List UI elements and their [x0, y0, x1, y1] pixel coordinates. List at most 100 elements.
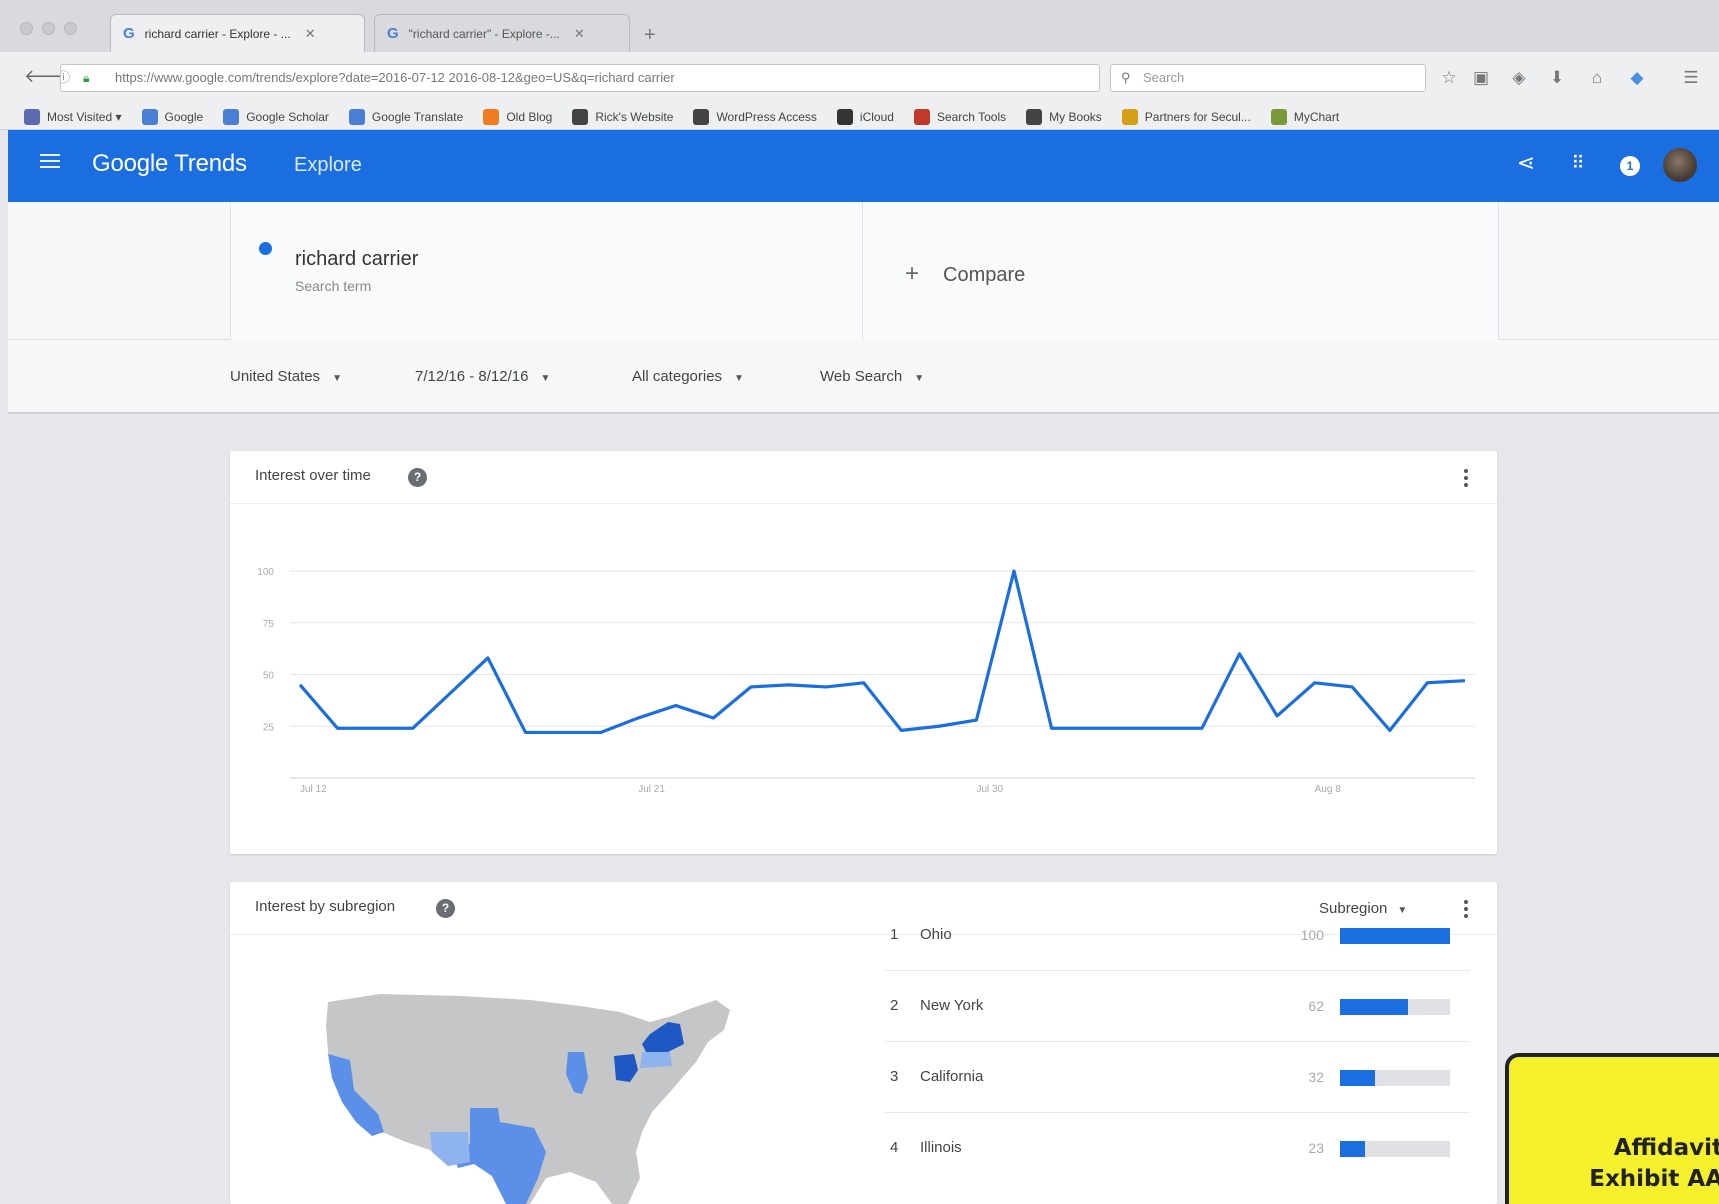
new-tab-button[interactable]: +: [644, 24, 656, 47]
region-bar: [1340, 999, 1450, 1015]
bookmark-item[interactable]: My Books: [1026, 108, 1102, 125]
interest-over-time-card: Interest over time ? 100 75 50 25 Jul 12 Jul …: [230, 451, 1497, 854]
bookmark-label: Google Scholar: [246, 109, 329, 124]
bookmark-label: WordPress Access: [716, 109, 817, 124]
bookmark-item[interactable]: Google Scholar: [223, 108, 329, 125]
rank-number: 3: [890, 1068, 899, 1085]
search-term-card[interactable]: richard carrier Search term: [230, 202, 863, 340]
browser-tab-active[interactable]: G richard carrier - Explore - ... ✕: [110, 14, 365, 52]
data-point: [598, 729, 604, 735]
extension-icon[interactable]: ◆: [1626, 68, 1648, 88]
bookmark-label: iCloud: [859, 109, 894, 124]
bookmark-label: MyChart: [1293, 109, 1340, 124]
bookmarks-bar: Most Visited ▾ Google Google Scholar Google…: [0, 104, 1719, 130]
bookmark-item[interactable]: Search Tools: [913, 108, 1006, 125]
bookmark-item[interactable]: Google Translate: [348, 108, 463, 125]
mychart-icon: [1270, 108, 1287, 125]
site-icon: [572, 108, 589, 125]
bookmark-star-icon[interactable]: ☆: [1438, 68, 1460, 88]
download-icon[interactable]: ⬇: [1546, 68, 1568, 88]
url-bar[interactable]: ⓘ 🔒︎ https://www.google.com/trends/explo…: [60, 64, 1100, 92]
caret-down-icon: ▼: [332, 373, 342, 384]
tab-close-icon[interactable]: ✕: [574, 26, 585, 42]
x-tick-label: Jul 12: [300, 784, 327, 795]
region-name: New York: [920, 997, 984, 1014]
bookmark-item[interactable]: WordPress Access: [693, 108, 817, 125]
search-property-dropdown[interactable]: Web Search ▼: [820, 368, 924, 385]
pocket-icon[interactable]: ◈: [1508, 68, 1530, 88]
rank-number: 4: [890, 1139, 899, 1156]
trends-header: Google Trends Explore ⋖ ⠿ 1: [8, 130, 1719, 202]
browser-tab[interactable]: G "richard carrier" - Explore -... ✕: [374, 14, 630, 52]
us-map-svg: [326, 994, 730, 1204]
caret-down-icon: ▼: [540, 373, 551, 384]
search-icon: ⚲: [1121, 70, 1131, 85]
data-point: [1312, 680, 1318, 686]
bookmark-item[interactable]: Google: [141, 108, 203, 125]
data-point: [1086, 725, 1092, 731]
category-value: All categories: [632, 368, 723, 385]
search-term-type: Search term: [295, 278, 372, 294]
y-tick-label: 75: [263, 619, 275, 630]
y-tick-label: 25: [263, 722, 275, 733]
data-point: [898, 727, 904, 733]
window-zoom-button[interactable]: [64, 22, 77, 35]
region-bar: [1340, 1141, 1450, 1157]
bookmark-item[interactable]: Rick's Website: [572, 108, 673, 125]
region-dropdown[interactable]: United States ▼: [230, 368, 342, 385]
url-text[interactable]: https://www.google.com/trends/explore?da…: [115, 70, 675, 85]
apps-grid-icon[interactable]: ⠿: [1564, 153, 1592, 174]
share-icon[interactable]: ⋖: [1512, 150, 1540, 176]
search-term-name[interactable]: richard carrier: [295, 248, 418, 271]
bookmark-item[interactable]: Old Blog: [483, 108, 552, 125]
region-name: Ohio: [920, 926, 952, 943]
affidavit-sticker: Affidavit Exhibit AA: [1505, 1053, 1719, 1204]
bookmark-item[interactable]: Partners for Secul...: [1121, 108, 1251, 125]
category-dropdown[interactable]: All categories ▼: [632, 368, 744, 385]
hamburger-menu-icon[interactable]: ☰: [1680, 68, 1702, 88]
avatar[interactable]: [1663, 148, 1697, 182]
caret-down-icon: ▼: [914, 373, 925, 384]
site-info-icon[interactable]: ⓘ: [61, 65, 70, 91]
compare-button[interactable]: Compare: [943, 264, 1025, 287]
compare-card[interactable]: + Compare: [863, 202, 1499, 340]
window-minimize-button[interactable]: [42, 22, 55, 35]
subregion-row[interactable]: 3 California 32: [885, 1042, 1470, 1113]
region-bar-fill: [1340, 928, 1450, 944]
home-icon[interactable]: ⌂: [1586, 68, 1608, 88]
rank-number: 2: [890, 997, 899, 1014]
notifications-badge[interactable]: 1: [1620, 156, 1640, 176]
google-trends-logo[interactable]: Google Trends: [92, 150, 247, 178]
data-point: [823, 684, 829, 690]
data-point: [447, 690, 453, 696]
subregion-row[interactable]: 4 Illinois 23: [885, 1113, 1470, 1184]
region-value: United States: [230, 368, 321, 385]
data-point: [1049, 725, 1055, 731]
window-close-button[interactable]: [20, 22, 33, 35]
y-tick-label: 100: [257, 567, 274, 578]
google-favicon-icon: G: [123, 25, 135, 42]
subregion-row[interactable]: 2 New York 62: [885, 971, 1470, 1042]
menu-icon[interactable]: [40, 154, 60, 168]
clipboard-icon[interactable]: ▣: [1470, 68, 1492, 88]
region-value: 32: [1308, 1069, 1324, 1085]
browser-nav-bar: 🡐 ⓘ 🔒︎ https://www.google.com/trends/exp…: [0, 52, 1719, 104]
help-icon[interactable]: ?: [436, 899, 455, 918]
us-map[interactable]: [320, 982, 760, 1204]
bookmark-item[interactable]: Most Visited ▾: [24, 108, 122, 125]
data-point: [485, 655, 491, 661]
data-point: [1237, 651, 1243, 657]
bookmark-item[interactable]: MyChart: [1270, 108, 1340, 125]
data-point: [560, 729, 566, 735]
date-range-dropdown[interactable]: 7/12/16 - 8/12/16 ▼: [415, 368, 550, 385]
data-point: [673, 703, 679, 709]
rank-number: 1: [890, 926, 899, 943]
browser-search-input[interactable]: ⚲ Search: [1110, 64, 1426, 92]
search-term-area: richard carrier Search term + Compare: [8, 202, 1719, 340]
data-point: [861, 680, 867, 686]
tab-close-icon[interactable]: ✕: [305, 26, 316, 42]
card-title: Interest by subregion: [255, 898, 396, 915]
region-value: 100: [1300, 927, 1324, 943]
bookmark-item[interactable]: iCloud: [836, 108, 894, 125]
subregion-row[interactable]: 1 Ohio 100: [885, 900, 1470, 971]
